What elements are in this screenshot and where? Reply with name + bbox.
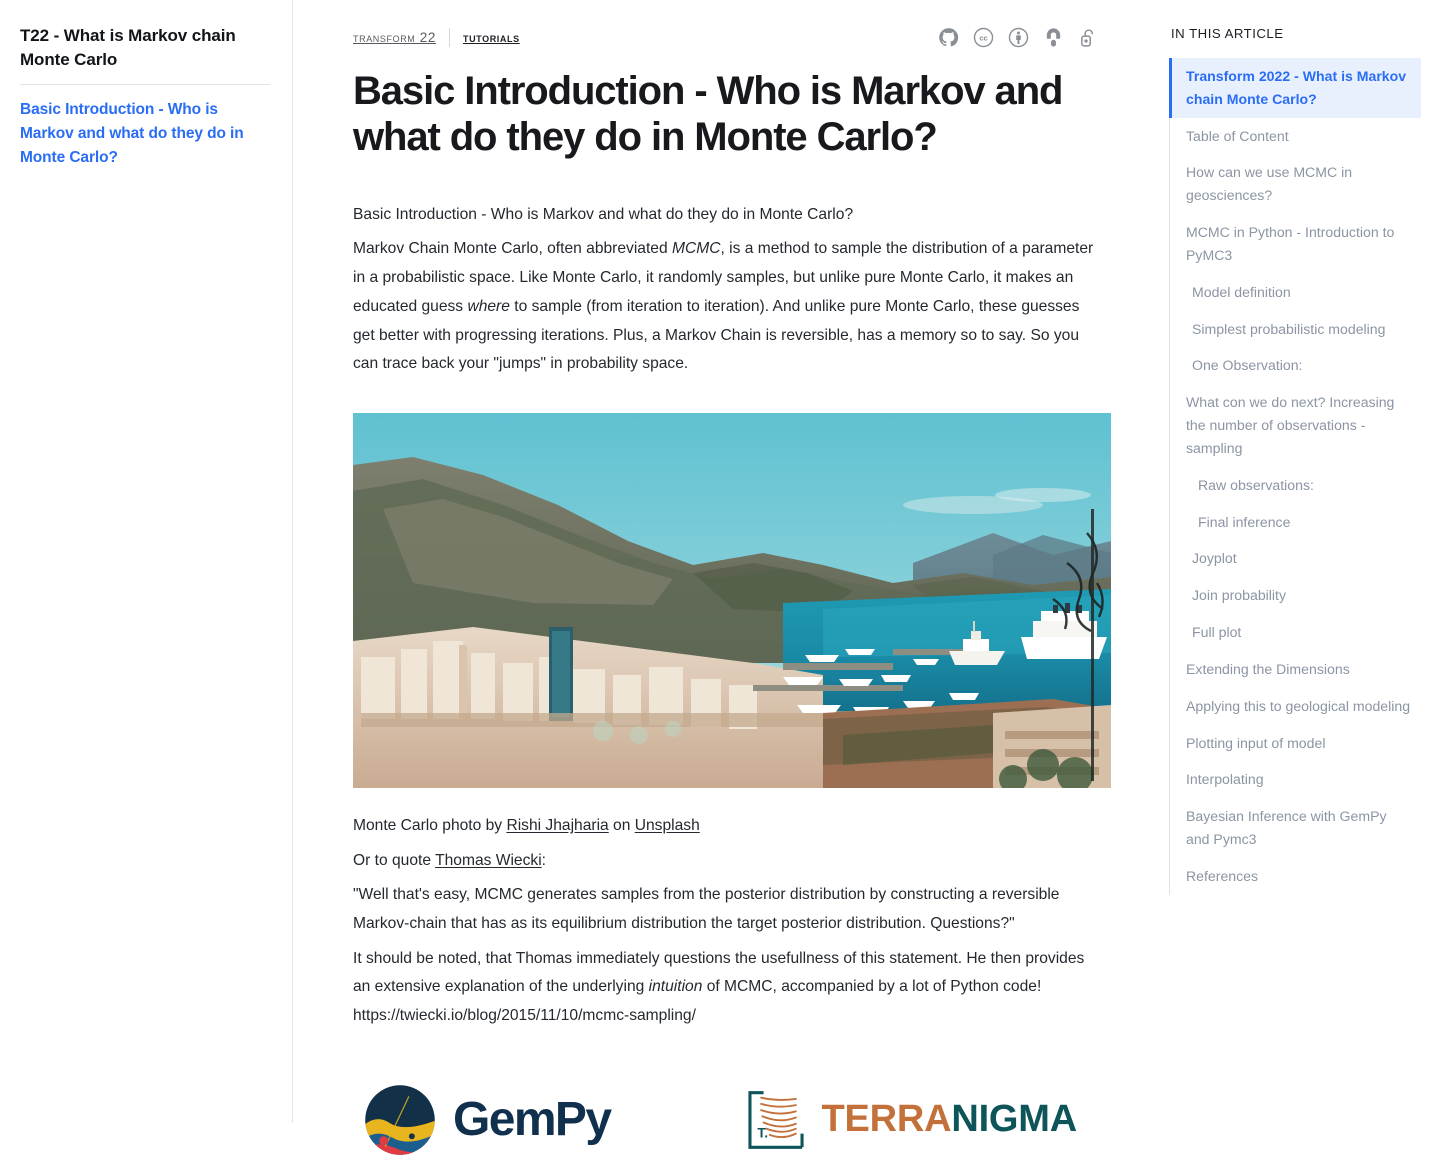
toc-item[interactable]: MCMC in Python - Introduction to PyMC3 xyxy=(1169,214,1421,274)
toc-item[interactable]: How can we use MCMC in geosciences? xyxy=(1169,154,1421,214)
toc-item[interactable]: Raw observations: xyxy=(1169,467,1421,504)
breadcrumb-tutorials[interactable]: Tutorials xyxy=(463,30,520,45)
toc-item[interactable]: Simplest probabilistic modeling xyxy=(1169,311,1421,348)
thomas-wiecki-link[interactable]: Thomas Wiecki xyxy=(435,852,542,869)
table-of-contents: IN THIS ARTICLE Transform 2022 - What is… xyxy=(1159,0,1437,1123)
open-access-icon[interactable] xyxy=(1043,27,1064,48)
toc-item[interactable]: Applying this to geological modeling xyxy=(1169,688,1421,725)
svg-text:cc: cc xyxy=(979,33,987,42)
toc-item[interactable]: Plotting input of model xyxy=(1169,725,1421,762)
article-main: Transform 22 Tutorials cc xyxy=(293,0,1159,1155)
open-lock-icon[interactable] xyxy=(1078,27,1099,48)
gempy-mark-icon xyxy=(363,1083,437,1157)
unsplash-link[interactable]: Unsplash xyxy=(635,817,700,834)
creative-commons-icon[interactable]: cc xyxy=(973,27,994,48)
badge-row: cc xyxy=(938,27,1099,48)
toc-item[interactable]: Interpolating xyxy=(1169,761,1421,798)
toc-item-active[interactable]: Transform 2022 - What is Markov chain Mo… xyxy=(1169,58,1421,118)
logo-row: GemPy T. TERRANIGMA xyxy=(353,1083,1099,1157)
credit-prefix: Monte Carlo photo by xyxy=(353,816,507,834)
credit-mid: on xyxy=(608,816,635,834)
toc-item[interactable]: What con we do next? Increasing the numb… xyxy=(1169,384,1421,466)
quote-intro: Or to quote Thomas Wiecki: xyxy=(353,847,1099,876)
page-root: T22 - What is Markov chain Monte Carlo B… xyxy=(0,0,1437,1155)
monte-carlo-photo xyxy=(353,412,1111,788)
toc-item[interactable]: Bayesian Inference with GemPy and Pymc3 xyxy=(1169,798,1421,858)
top-bar: Transform 22 Tutorials cc xyxy=(353,22,1099,52)
intro-part-a: Markov Chain Monte Carlo, often abbrevia… xyxy=(353,240,672,258)
toc-item[interactable]: References xyxy=(1169,858,1421,895)
left-sidebar: T22 - What is Markov chain Monte Carlo B… xyxy=(0,0,293,1123)
sidebar-item-basic-introduction[interactable]: Basic Introduction - Who is Markov and w… xyxy=(20,98,270,170)
toc-heading: IN THIS ARTICLE xyxy=(1171,26,1284,41)
page-title: Basic Introduction - Who is Markov and w… xyxy=(353,69,1063,160)
sidebar-divider xyxy=(20,84,270,86)
gempy-wordmark: GemPy xyxy=(453,1093,612,1147)
toc-item[interactable]: Join probability xyxy=(1169,577,1421,614)
sidebar-course-title: T22 - What is Markov chain Monte Carlo xyxy=(20,26,236,70)
hero-image xyxy=(353,412,1111,788)
photo-credit: Monte Carlo photo by Rishi Jhajharia on … xyxy=(353,812,1099,841)
intro-em-where: where xyxy=(467,297,510,315)
intro-line: Basic Introduction - Who is Markov and w… xyxy=(353,205,854,223)
cc-by-icon[interactable] xyxy=(1008,27,1029,48)
toc-list: Transform 2022 - What is Markov chain Mo… xyxy=(1169,58,1421,895)
intro-paragraph: Markov Chain Monte Carlo, often abbrevia… xyxy=(353,235,1099,378)
toc-item[interactable]: Full plot xyxy=(1169,614,1421,651)
github-icon[interactable] xyxy=(938,27,959,48)
terranigma-word-part1: TERRA xyxy=(821,1098,952,1141)
terranigma-word-part2: NIGMA xyxy=(951,1098,1077,1141)
toc-item[interactable]: Extending the Dimensions xyxy=(1169,651,1421,688)
toc-item[interactable]: Model definition xyxy=(1169,274,1421,311)
quote-intro-suffix: : xyxy=(541,851,546,869)
breadcrumb-separator xyxy=(448,27,450,47)
toc-item[interactable]: Final inference xyxy=(1169,504,1421,541)
intro-em-mcmc: MCMC xyxy=(671,240,721,258)
breadcrumb: Transform 22 Tutorials xyxy=(353,27,520,47)
gempy-logo[interactable]: GemPy xyxy=(363,1083,612,1157)
breadcrumb-transform22[interactable]: Transform 22 xyxy=(353,30,436,45)
toc-item[interactable]: Joyplot xyxy=(1169,540,1421,577)
terranigma-logo[interactable]: T. TERRANIGMA xyxy=(745,1089,1077,1151)
closing-paragraph: It should be noted, that Thomas immediat… xyxy=(353,945,1099,1031)
terranigma-mark-icon: T. xyxy=(745,1089,807,1151)
quote-text: "Well that's easy, MCMC generates sample… xyxy=(353,886,1060,932)
terranigma-mark-text: T. xyxy=(758,1125,769,1140)
quote-intro-prefix: Or to quote xyxy=(353,851,436,869)
photographer-link[interactable]: Rishi Jhajharia xyxy=(506,817,608,834)
toc-item[interactable]: Table of Content xyxy=(1169,118,1421,155)
toc-item[interactable]: One Observation: xyxy=(1169,347,1421,384)
closing-em-intuition: intuition xyxy=(648,978,703,996)
terranigma-wordmark: TERRANIGMA xyxy=(821,1098,1077,1141)
